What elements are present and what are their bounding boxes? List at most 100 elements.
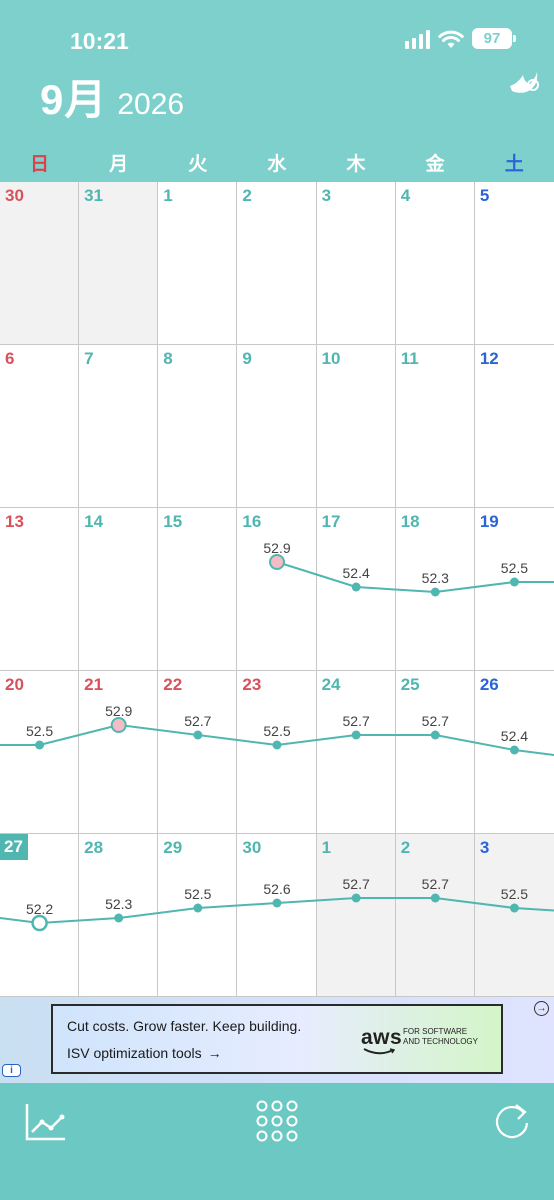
battery-indicator: 97 (472, 28, 516, 49)
cellular-signal-icon (405, 29, 430, 49)
weekday-wed: 水 (267, 154, 287, 175)
ad-banner[interactable]: Cut costs. Grow faster. Keep building. I… (0, 997, 554, 1083)
day-number: 5 (479, 186, 490, 205)
bird-icon[interactable] (506, 66, 542, 102)
status-time: 10:21 (70, 28, 129, 54)
day-cell[interactable]: 3 (474, 834, 554, 997)
day-cell[interactable]: 23 (237, 671, 317, 834)
aws-tag-line2: AND TECHNOLOGY (403, 1037, 478, 1046)
day-number: 20 (5, 675, 24, 694)
weekday-fri: 金 (425, 154, 445, 175)
day-number: 17 (321, 512, 341, 531)
today-day-number: 27 (0, 834, 28, 860)
day-cell[interactable]: 1 (158, 182, 238, 345)
ad-creative[interactable]: Cut costs. Grow faster. Keep building. I… (51, 1004, 503, 1074)
day-number: 30 (242, 838, 262, 857)
day-cell[interactable]: 16 (237, 508, 317, 671)
day-cell[interactable]: 18 (395, 508, 475, 671)
day-cell[interactable]: 31 (79, 182, 159, 345)
weekday-header: 日 月 火 水 木 金 土 (0, 148, 554, 182)
day-cell[interactable]: 26 (474, 671, 554, 834)
year-label: 2026 (117, 88, 185, 121)
day-number: 2 (400, 838, 411, 857)
day-number: 7 (84, 349, 94, 368)
ad-choices-icon[interactable]: → (534, 1001, 549, 1016)
wifi-icon (438, 30, 464, 48)
day-cell[interactable]: 24 (316, 671, 396, 834)
day-cell[interactable]: 20 (0, 671, 80, 834)
day-number: 30 (5, 186, 24, 205)
day-number: 2 (242, 186, 252, 205)
day-cell[interactable]: 5 (474, 182, 554, 345)
day-cell[interactable]: 7 (79, 345, 159, 508)
day-number: 10 (321, 349, 341, 368)
month-label: 9月 (40, 76, 108, 123)
day-number: 11 (400, 349, 419, 368)
day-number: 8 (163, 349, 173, 368)
refresh-icon[interactable] (490, 1099, 534, 1143)
grid-icon[interactable] (255, 1099, 299, 1143)
day-number: 12 (479, 349, 499, 368)
day-cell[interactable]: 19 (474, 508, 554, 671)
day-cell[interactable]: 30 (237, 834, 317, 997)
day-number: 3 (321, 186, 332, 205)
day-cell[interactable]: 2 (395, 834, 475, 997)
day-cell[interactable]: 3 (316, 182, 396, 345)
day-number: 23 (242, 675, 262, 694)
month-title: 9月 2026 (40, 66, 184, 127)
status-icons: 97 (405, 28, 516, 49)
day-cell[interactable]: 8 (158, 345, 238, 508)
aws-tagline: FOR SOFTWARE AND TECHNOLOGY (403, 1027, 478, 1047)
app-header: 10:21 97 9月 2026 日 月 火 水 木 金 土 (0, 0, 554, 182)
day-number: 18 (400, 512, 420, 531)
aws-smile-icon (363, 1048, 395, 1055)
day-cell[interactable]: 28 (79, 834, 159, 997)
day-number: 26 (479, 675, 499, 694)
ad-headline: Cut costs. Grow faster. Keep building. (67, 1018, 302, 1034)
calendar-grid: 30 31 1 2 3 4 5 6 7 8 9 10 11 12 13 14 15 16 17 18 19 20 21 22 2… (0, 182, 554, 997)
weekday-thu: 木 (346, 154, 366, 175)
ad-arrow-icon: → (207, 1045, 222, 1061)
day-number: 15 (163, 512, 183, 531)
weekday-sat: 土 (504, 154, 524, 175)
day-number: 1 (163, 186, 173, 205)
day-cell[interactable]: 11 (395, 345, 475, 508)
calendar-cells: 30 31 1 2 3 4 5 6 7 8 9 10 11 12 13 14 15 16 17 18 19 20 21 22 2… (0, 182, 554, 997)
day-cell[interactable]: 14 (79, 508, 159, 671)
day-number: 4 (400, 186, 411, 205)
day-cell[interactable]: 13 (0, 508, 80, 671)
weekday-mon: 月 (109, 154, 129, 175)
day-cell[interactable]: 2 (237, 182, 317, 345)
day-number: 16 (242, 512, 262, 531)
day-number: 24 (321, 675, 341, 694)
day-number: 22 (163, 675, 183, 694)
day-cell[interactable]: 30 (0, 182, 80, 345)
day-number: 31 (84, 186, 104, 205)
weekday-tue: 火 (188, 154, 208, 175)
day-number: 25 (400, 675, 420, 694)
weekday-sun: 日 (30, 154, 50, 175)
day-cell[interactable]: 10 (316, 345, 396, 508)
day-number: 1 (321, 838, 332, 857)
day-cell[interactable]: 6 (0, 345, 80, 508)
day-number: 19 (479, 512, 499, 531)
day-cell[interactable]: 22 (158, 671, 238, 834)
ad-subline: ISV optimization tools → (67, 1045, 222, 1061)
day-cell[interactable]: 17 (316, 508, 396, 671)
bottom-toolbar (0, 1083, 554, 1200)
day-number: 29 (163, 838, 183, 857)
day-cell[interactable]: 25 (395, 671, 475, 834)
day-cell[interactable]: 21 (79, 671, 159, 834)
day-cell[interactable]: 9 (237, 345, 317, 508)
aws-tag-line1: FOR SOFTWARE (403, 1027, 468, 1036)
day-cell[interactable]: 29 (158, 834, 238, 997)
day-cell[interactable]: 27 (0, 834, 80, 997)
ad-subline-text: ISV optimization tools (67, 1045, 202, 1061)
ad-info-icon[interactable]: i (2, 1064, 21, 1077)
chart-icon[interactable] (24, 1099, 68, 1143)
day-cell[interactable]: 15 (158, 508, 238, 671)
day-cell[interactable]: 12 (474, 345, 554, 508)
day-cell[interactable]: 4 (395, 182, 475, 345)
day-cell[interactable]: 1 (316, 834, 396, 997)
day-number: 28 (84, 838, 104, 857)
